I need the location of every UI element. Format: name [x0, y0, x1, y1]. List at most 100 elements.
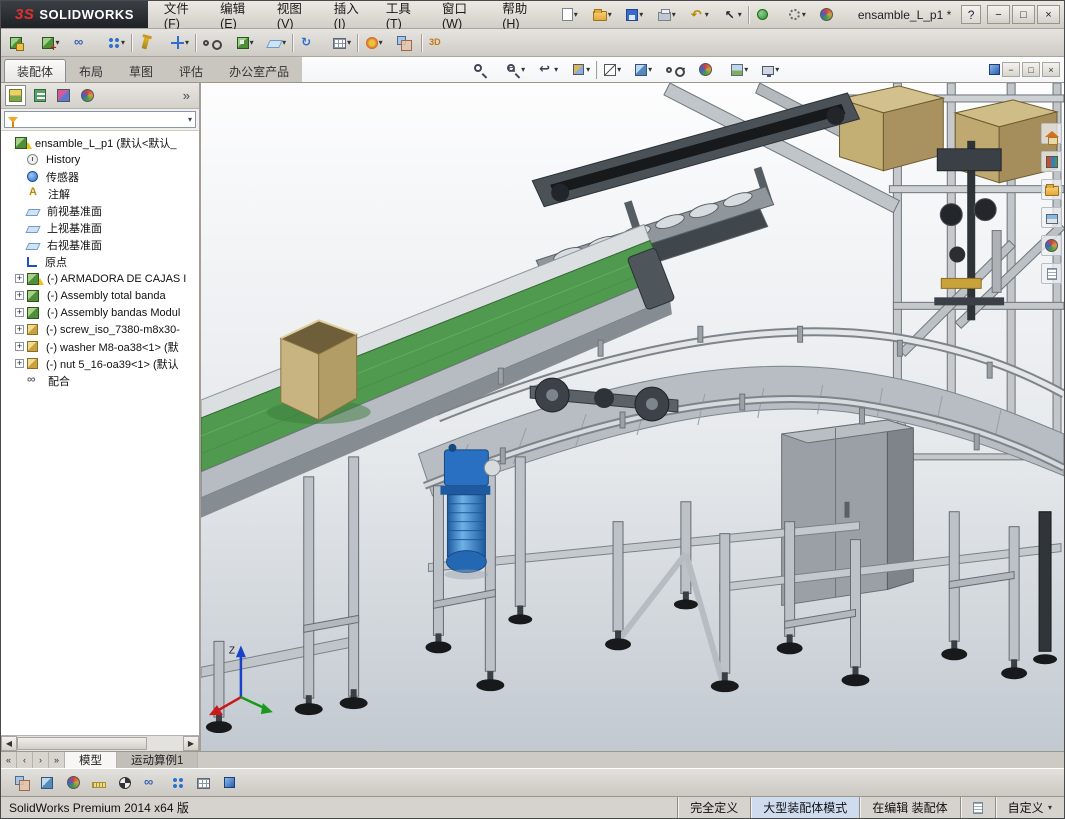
scroll-right-icon[interactable]: ▶: [183, 736, 199, 751]
dropdown-arrow-icon[interactable]: ▾: [185, 38, 189, 47]
select-icon[interactable]: ▾: [720, 3, 745, 27]
minimize-button[interactable]: −: [987, 5, 1010, 24]
tree-item[interactable]: + 右视基准面: [1, 236, 199, 253]
tree-item[interactable]: + (-) Assembly total banda: [1, 287, 199, 304]
hide-show-items-icon[interactable]: ▾: [663, 59, 688, 81]
close-button[interactable]: ×: [1037, 5, 1060, 24]
measure-icon[interactable]: [87, 771, 111, 795]
open-icon[interactable]: ▾: [590, 3, 615, 27]
maximize-button[interactable]: □: [1012, 5, 1035, 24]
doc-restore-button[interactable]: □: [1022, 62, 1040, 77]
tree-item[interactable]: + ensamble_L_p1 (默认<默认_: [1, 134, 199, 151]
dropdown-arrow-icon[interactable]: ▾: [802, 10, 806, 19]
bill-of-materials-icon[interactable]: ▾: [330, 31, 354, 55]
resources-home-icon[interactable]: [1041, 123, 1062, 144]
undo-icon[interactable]: ▾: [687, 3, 712, 27]
edit-component-icon[interactable]: ▾: [7, 31, 31, 55]
tree-item[interactable]: + 传感器: [1, 168, 199, 185]
show-hidden-components-icon[interactable]: ▾: [200, 31, 225, 55]
smart-fasteners-icon[interactable]: ▾: [136, 31, 160, 55]
expander-icon[interactable]: +: [15, 308, 24, 317]
dropdown-arrow-icon[interactable]: ▾: [1048, 803, 1052, 812]
new-motion-study-icon[interactable]: ▾: [297, 31, 322, 55]
zoom-to-area-icon[interactable]: ▾: [503, 59, 528, 81]
tree-item[interactable]: + 原点: [1, 253, 199, 270]
dropdown-arrow-icon[interactable]: ▾: [672, 10, 676, 19]
tree-item[interactable]: + 上视基准面: [1, 219, 199, 236]
interference-detection-icon[interactable]: [139, 771, 163, 795]
assembly-statistics-icon[interactable]: [165, 771, 189, 795]
expander-icon[interactable]: +: [15, 325, 24, 334]
tree-item[interactable]: + (-) nut 5_16-oa39<1> (默认: [1, 355, 199, 372]
dropdown-arrow-icon[interactable]: ▾: [250, 38, 254, 47]
graphics-viewport[interactable]: Z: [201, 83, 1064, 751]
insert-component-icon[interactable]: ▾: [39, 31, 63, 55]
component-preview-icon[interactable]: [35, 771, 59, 795]
tree-item[interactable]: + (-) screw_iso_7380-m8x30-: [1, 321, 199, 338]
edit-appearance-icon[interactable]: ▾: [817, 3, 841, 27]
scrollbar-thumb[interactable]: [17, 737, 147, 750]
status-sheet-segment[interactable]: [960, 797, 995, 818]
mate-icon[interactable]: ▾: [71, 31, 96, 55]
study-tab[interactable]: 模型: [65, 752, 117, 768]
linear-component-pattern-icon[interactable]: ▾: [104, 31, 128, 55]
command-tab[interactable]: 装配体: [4, 59, 66, 82]
assembly-features-icon[interactable]: ▾: [233, 31, 257, 55]
expander-icon[interactable]: +: [15, 342, 24, 351]
view-settings-icon[interactable]: ▾: [759, 59, 782, 81]
dropdown-arrow-icon[interactable]: ▾: [521, 65, 525, 74]
study-tab[interactable]: 运动算例1: [117, 752, 198, 768]
scroll-next-icon[interactable]: ›: [33, 752, 49, 768]
3d-model-view[interactable]: Z: [201, 83, 1064, 751]
tree-filter-input[interactable]: ▾: [4, 111, 196, 128]
tree-item[interactable]: + History: [1, 151, 199, 168]
dropdown-arrow-icon[interactable]: ▾: [744, 65, 748, 74]
dropdown-arrow-icon[interactable]: ▾: [379, 38, 383, 47]
command-tab[interactable]: 评估: [166, 59, 216, 82]
design-library-icon[interactable]: [1041, 151, 1062, 172]
edit-appearance-icon[interactable]: [61, 771, 85, 795]
dropdown-arrow-icon[interactable]: ▾: [586, 65, 590, 74]
exploded-view-icon[interactable]: ▾: [362, 31, 386, 55]
view-orientation-icon[interactable]: ▾: [601, 59, 624, 81]
propertymanager-tab[interactable]: [29, 85, 50, 106]
dropdown-arrow-icon[interactable]: ▾: [554, 65, 558, 74]
scroll-last-icon[interactable]: »: [49, 752, 65, 768]
filter-dropdown-icon[interactable]: ▾: [188, 115, 192, 124]
command-tab[interactable]: 布局: [66, 59, 116, 82]
bom-table-icon[interactable]: [191, 771, 215, 795]
view-palette-icon[interactable]: [1041, 207, 1062, 228]
apply-scene-icon[interactable]: ▾: [728, 59, 751, 81]
expander-icon[interactable]: +: [15, 359, 24, 368]
scrollbar-track[interactable]: [17, 736, 183, 751]
scroll-first-icon[interactable]: «: [1, 752, 17, 768]
tree-horizontal-scrollbar[interactable]: ◀ ▶: [1, 735, 199, 751]
doc-close-button[interactable]: ×: [1042, 62, 1060, 77]
mass-properties-icon[interactable]: [113, 771, 137, 795]
rebuild-icon[interactable]: ▾: [753, 3, 777, 27]
zoom-to-fit-icon[interactable]: ▾: [470, 59, 495, 81]
dropdown-arrow-icon[interactable]: ▾: [639, 10, 643, 19]
dropdown-arrow-icon[interactable]: ▾: [617, 65, 621, 74]
command-tab[interactable]: 草图: [116, 59, 166, 82]
help-icon[interactable]: ?: [961, 5, 981, 24]
dropdown-arrow-icon[interactable]: ▾: [574, 10, 578, 19]
previous-view-icon[interactable]: ▾: [536, 59, 561, 81]
tree-item[interactable]: + 注解: [1, 185, 199, 202]
assembly-visualization-icon[interactable]: [9, 771, 33, 795]
tree-item[interactable]: + (-) washer M8-oa38<1> (默: [1, 338, 199, 355]
expander-icon[interactable]: +: [15, 274, 24, 283]
dropdown-arrow-icon[interactable]: ▾: [121, 38, 125, 47]
3d-view-icon[interactable]: [217, 771, 241, 795]
options-icon[interactable]: ▾: [785, 3, 809, 27]
task-pane-icon[interactable]: [989, 64, 1000, 75]
expander-icon[interactable]: +: [15, 291, 24, 300]
move-component-icon[interactable]: ▾: [168, 31, 192, 55]
appearances-icon[interactable]: [1041, 235, 1062, 256]
quick-tips-icon[interactable]: [973, 802, 983, 814]
dropdown-arrow-icon[interactable]: ▾: [347, 38, 351, 47]
reference-geometry-icon[interactable]: ▾: [265, 31, 289, 55]
featuremanager-tab[interactable]: [5, 85, 26, 106]
file-explorer-icon[interactable]: [1041, 179, 1062, 200]
panel-overflow-icon[interactable]: »: [178, 88, 195, 103]
